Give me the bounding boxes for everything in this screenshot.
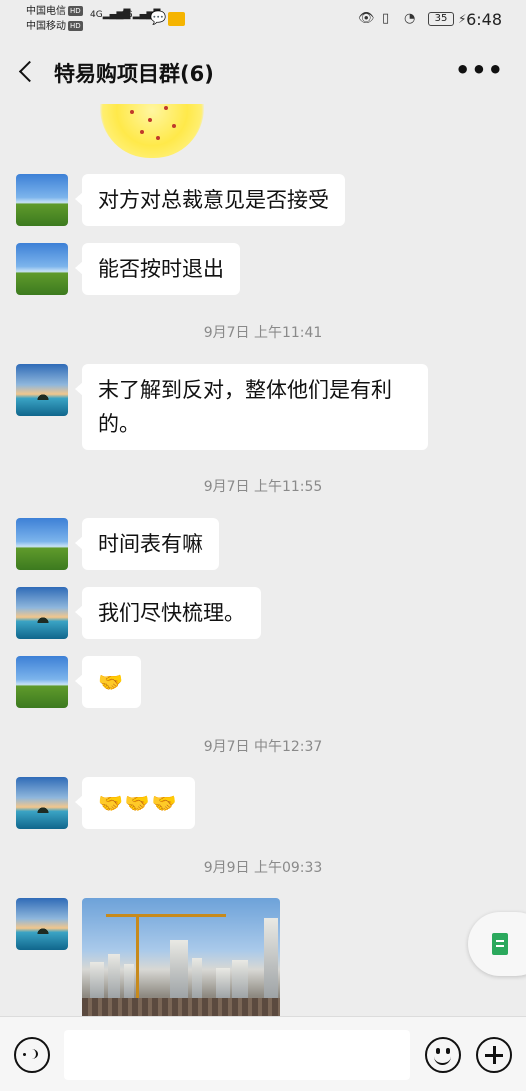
message-bubble[interactable]: 能否按时退出 [75,243,240,295]
avatar[interactable] [16,174,68,226]
carrier-mobile: 中国移动 HD [26,21,83,32]
avatar[interactable] [16,777,68,829]
timestamp: 9月9日 上午09:33 [203,860,323,876]
handshake-emoji: 🤝 [98,670,125,694]
carrier-telecom: 中国电信 HD [26,6,83,17]
speed-icon: ◔ [404,11,416,26]
timestamp: 9月7日 上午11:55 [203,479,323,495]
avatar[interactable] [16,656,68,708]
mail-icon [168,12,185,26]
input-bar [0,1016,526,1091]
avatar[interactable] [16,898,68,950]
floating-doc-button[interactable] [468,912,526,976]
message-list[interactable]: 对方对总裁意见是否接受 能否按时退出 9月7日 上午11:41 末了解到反对，整… [0,104,526,1016]
plus-icon[interactable] [476,1037,512,1073]
chat-title: 特易购项目群(6) [54,62,214,86]
construction-photo[interactable] [82,898,280,1016]
message-text: 对方对总裁意见是否接受 [98,188,329,212]
avatar[interactable] [16,364,68,416]
chat-bubble-icon: 💬 [150,11,167,26]
message-text: 末了解到反对，整体他们是有利 [98,378,392,402]
battery-icon: 35 [428,12,454,26]
more-options-icon[interactable]: ••• [455,56,504,84]
message-text: 我们尽快梳理。 [98,601,245,625]
handshake-emoji: 🤝🤝🤝 [98,791,179,815]
message-bubble[interactable]: 我们尽快梳理。 [75,587,261,639]
avatar[interactable] [16,518,68,570]
back-arrow-icon[interactable] [14,58,38,86]
avatar[interactable] [16,243,68,295]
chat-header: 特易购项目群(6) ••• [0,40,526,104]
clock: 6:48 [466,10,502,29]
timestamp: 9月7日 中午12:37 [203,739,323,755]
message-text: 的。 [98,412,140,436]
message-bubble[interactable]: 🤝🤝🤝 [75,777,195,829]
message-bubble[interactable]: 对方对总裁意见是否接受 [75,174,345,226]
voice-icon[interactable] [14,1037,50,1073]
message-text: 能否按时退出 [98,257,224,281]
status-bar: 中国电信 HD 中国移动 HD 4G▂▄▆█ 4G▂▄▆█ 💬 👁 ▯ ◔ 35 ⚡… [0,0,526,40]
message-bubble[interactable]: 🤝 [75,656,141,708]
message-bubble[interactable]: 末了解到反对，整体他们是有利 的。 [75,364,428,450]
sticker-image[interactable] [100,104,204,158]
avatar[interactable] [16,587,68,639]
message-input[interactable] [64,1030,410,1080]
eye-icon: 👁 [358,11,375,26]
vibrate-icon: ▯ [382,11,390,26]
timestamp: 9月7日 上午11:41 [203,325,323,341]
emoji-icon[interactable] [425,1037,461,1073]
message-bubble[interactable]: 时间表有嘛 [75,518,219,570]
message-text: 时间表有嘛 [98,532,203,556]
document-icon [492,933,508,955]
